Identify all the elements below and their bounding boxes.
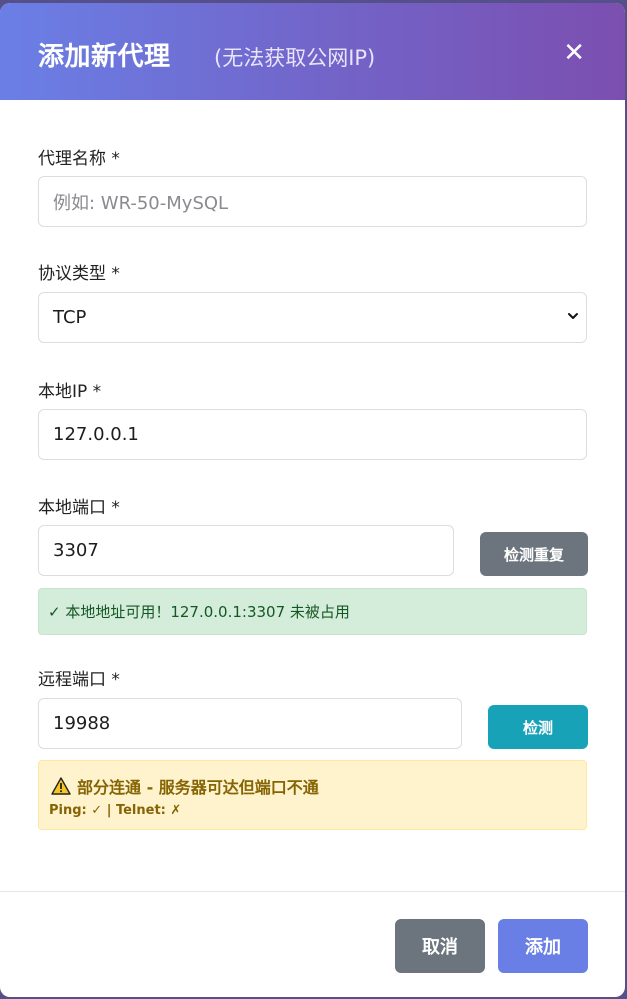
local-port-success-alert: ✓ 本地地址可用！127.0.0.1:3307 未被占用 xyxy=(38,588,587,635)
remote-port-label: 远程端口 * xyxy=(38,670,120,690)
local-ip-label: 本地IP * xyxy=(38,382,102,402)
proxy-name-placeholder: 例如: WR-50-MySQL xyxy=(53,192,229,214)
proxy-name-input[interactable]: 例如: WR-50-MySQL xyxy=(38,176,587,227)
local-ip-input[interactable]: 127.0.0.1 xyxy=(38,409,587,460)
local-port-value: 3307 xyxy=(53,540,99,561)
remote-port-value: 19988 xyxy=(53,713,111,734)
warning-detail: Ping: ✓ | Telnet: ✗ xyxy=(49,803,182,818)
close-icon[interactable]: ✕ xyxy=(563,40,585,66)
remote-port-warning-alert: 部分连通 - 服务器可达但端口不通 Ping: ✓ | Telnet: ✗ xyxy=(38,760,587,830)
local-port-input[interactable]: 3307 xyxy=(38,525,454,576)
protocol-selected-value: TCP xyxy=(53,307,87,328)
warning-title: 部分连通 - 服务器可达但端口不通 xyxy=(77,778,319,797)
local-ip-value: 127.0.0.1 xyxy=(53,424,139,445)
modal-subtitle: (无法获取公网IP) xyxy=(214,46,376,70)
chevron-down-icon xyxy=(568,313,578,319)
local-port-label: 本地端口 * xyxy=(38,498,120,518)
warning-icon xyxy=(51,777,71,795)
proxy-name-label: 代理名称 * xyxy=(38,149,120,169)
protocol-label: 协议类型 * xyxy=(38,264,120,284)
footer-divider xyxy=(0,891,625,892)
check-duplicate-button[interactable]: 检测重复 xyxy=(480,532,588,576)
modal-header: 添加新代理 (无法获取公网IP) ✕ xyxy=(0,3,625,100)
protocol-select[interactable]: TCP xyxy=(38,292,587,343)
add-button[interactable]: 添加 xyxy=(498,919,588,973)
warning-title-row: 部分连通 - 服务器可达但端口不通 xyxy=(51,774,319,798)
add-proxy-modal: 添加新代理 (无法获取公网IP) ✕ 代理名称 * 例如: WR-50-MySQ… xyxy=(0,3,625,997)
check-remote-port-button[interactable]: 检测 xyxy=(488,705,588,749)
modal-title: 添加新代理 xyxy=(38,42,171,72)
cancel-button[interactable]: 取消 xyxy=(395,919,485,973)
remote-port-input[interactable]: 19988 xyxy=(38,698,462,749)
